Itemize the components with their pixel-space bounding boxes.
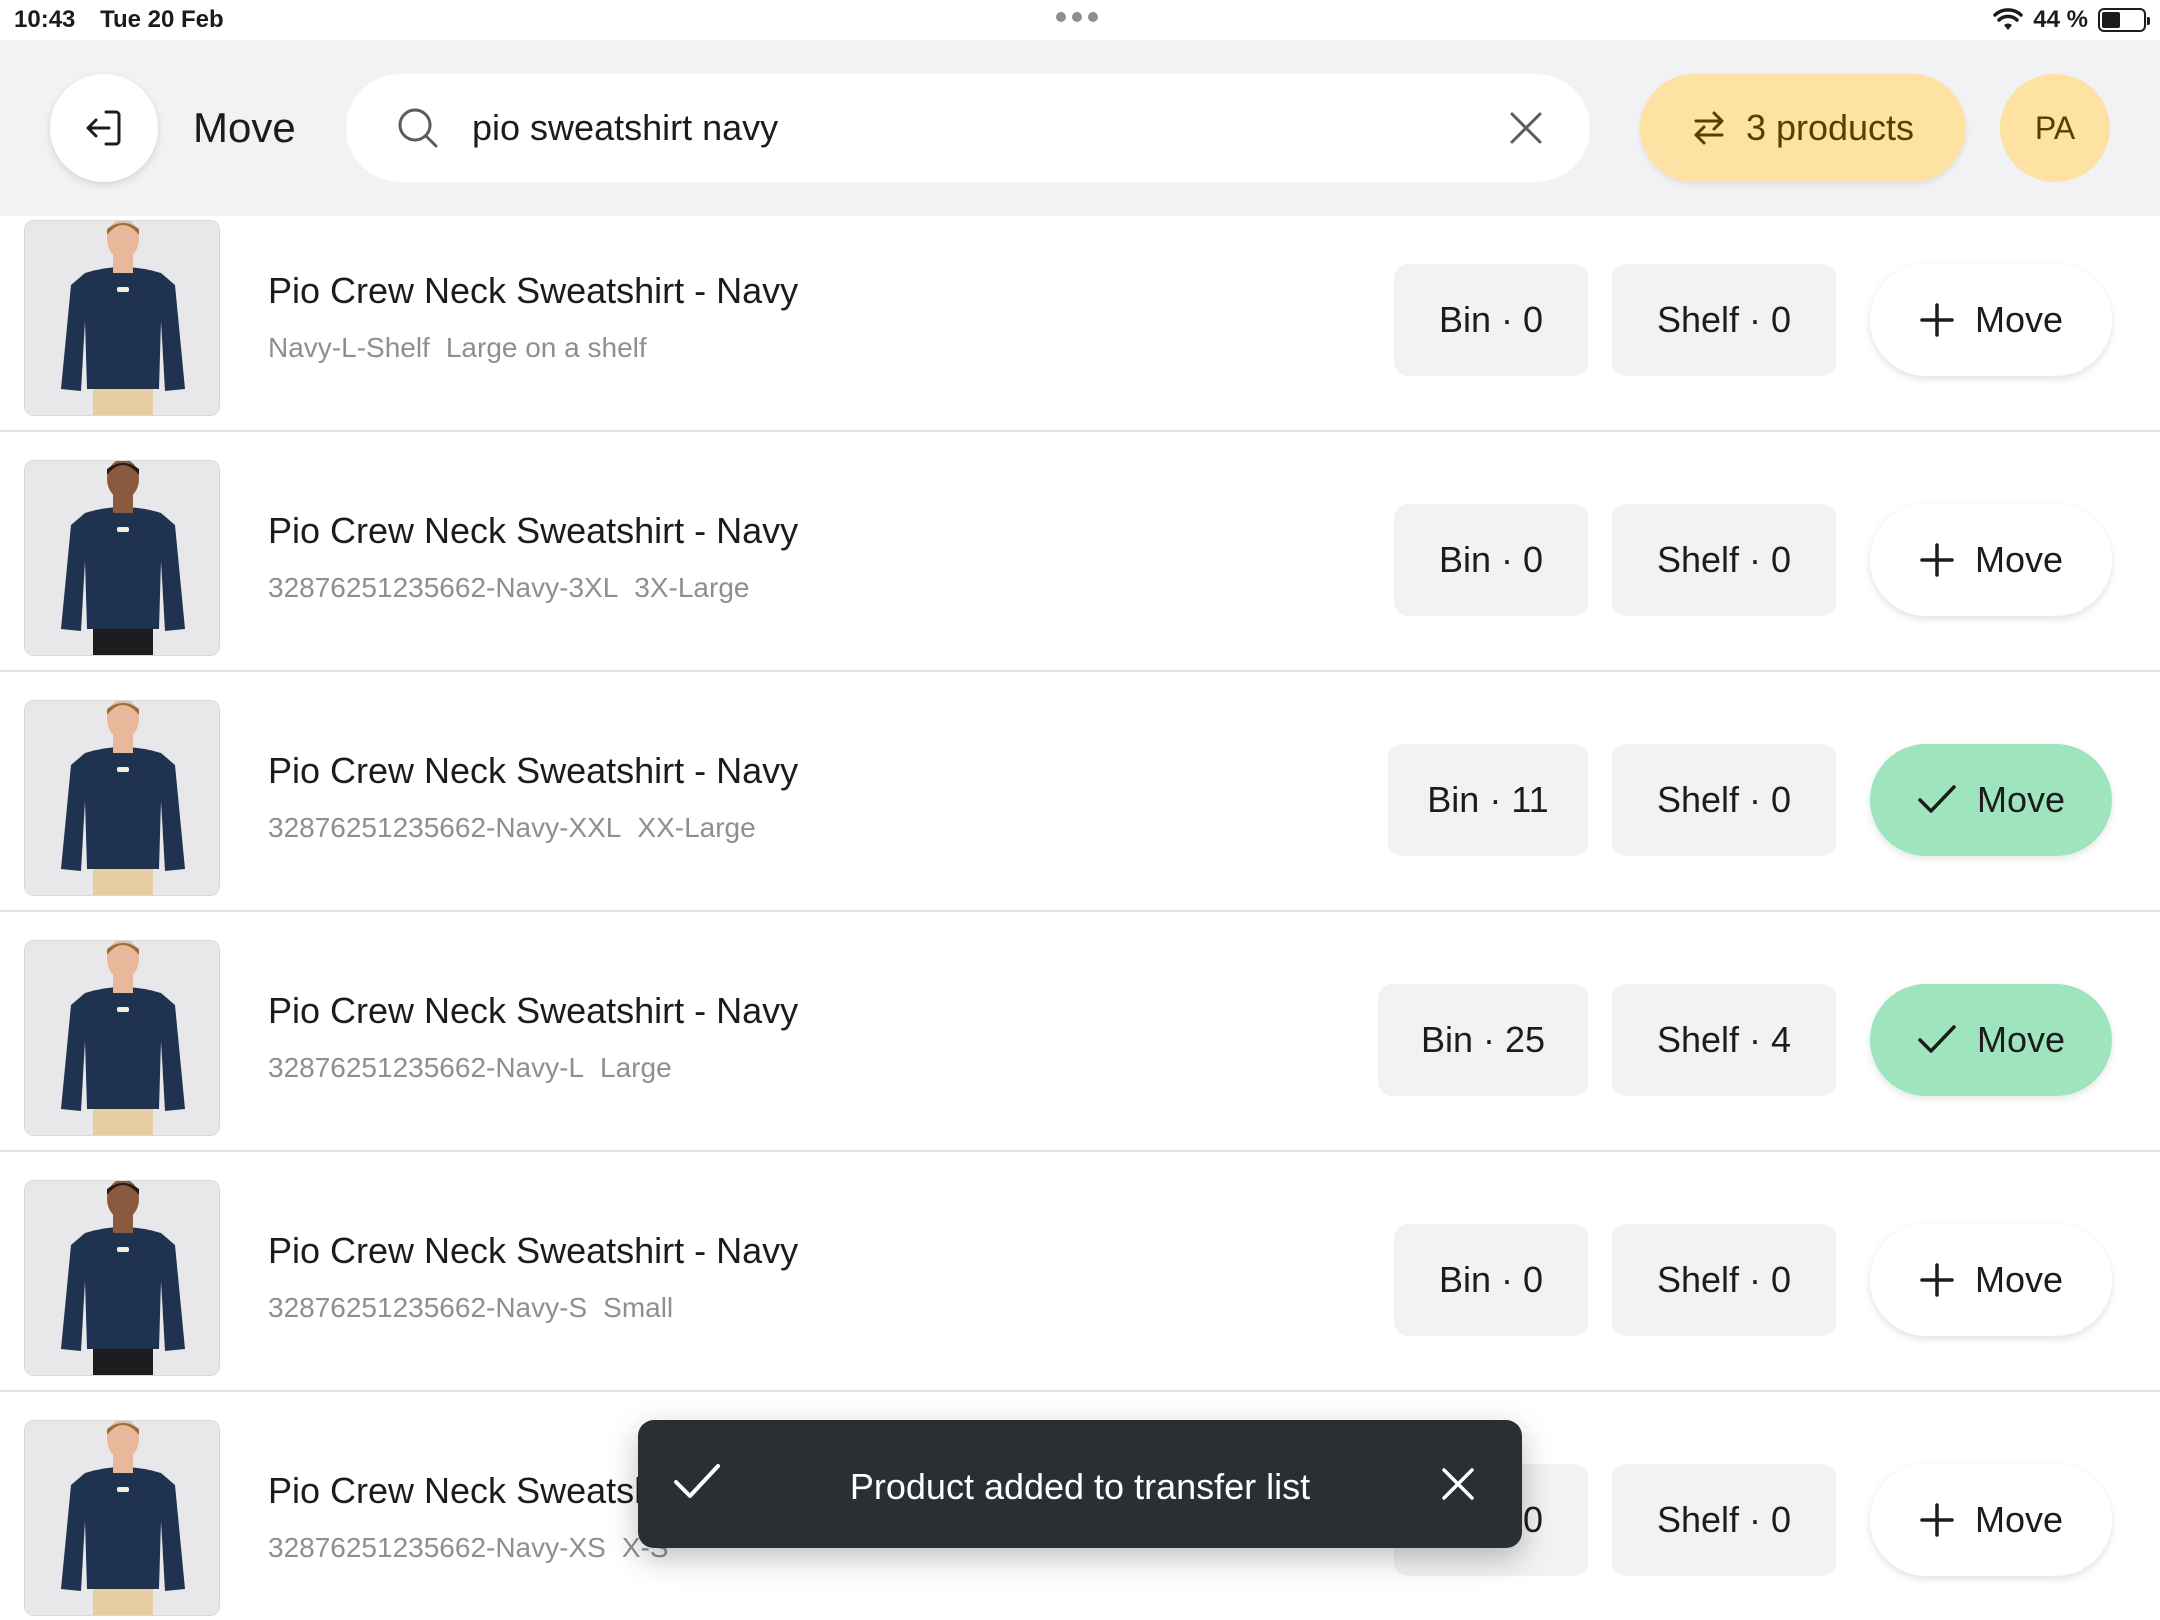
shelf-quantity[interactable]: Shelf · 4 xyxy=(1612,984,1836,1096)
wifi-icon xyxy=(1993,8,2024,30)
product-list: Pio Crew Neck Sweatshirt - Navy Navy-L-S… xyxy=(0,216,2160,1620)
plus-icon xyxy=(1920,1503,1954,1537)
product-row[interactable]: Pio Crew Neck Sweatshirt - Navy 32876251… xyxy=(0,912,2160,1152)
move-button-label: Move xyxy=(1974,1259,2064,1300)
plus-icon xyxy=(1920,303,1954,337)
product-row[interactable]: Pio Crew Neck Sweatshirt - Navy 32876251… xyxy=(0,672,2160,912)
multitasking-dots-icon[interactable] xyxy=(1056,12,1098,22)
product-meta: 32876251235662-Navy-XS X-S xyxy=(268,1532,669,1564)
product-meta: 32876251235662-Navy-XXL XX-Large xyxy=(268,812,756,844)
bin-quantity[interactable]: Bin · 25 xyxy=(1378,984,1588,1096)
status-bar: 10:43 Tue 20 Feb 44 % xyxy=(0,0,2160,40)
bin-quantity[interactable]: Bin · 11 xyxy=(1388,744,1588,856)
plus-icon xyxy=(1920,543,1954,577)
top-bar: Move 3 products PA xyxy=(0,40,2160,216)
product-meta: 32876251235662-Navy-L Large xyxy=(268,1052,672,1084)
product-name: Pio Crew Neck Sweatshirt - Navy xyxy=(268,510,799,551)
product-variant: Large on a shelf xyxy=(445,332,647,363)
product-thumbnail xyxy=(24,940,220,1136)
product-thumbnail xyxy=(24,1420,220,1616)
product-meta: Navy-L-Shelf Large on a shelf xyxy=(268,332,647,364)
product-thumbnail-image xyxy=(25,221,219,415)
product-sku: 32876251235662-Navy-XXL xyxy=(268,812,622,843)
move-button-label: Move xyxy=(1976,779,2066,820)
clear-search-icon[interactable] xyxy=(1506,108,1546,148)
product-variant: XX-Large xyxy=(637,812,756,843)
move-button-label: Move xyxy=(1974,1499,2064,1540)
user-avatar[interactable]: PA xyxy=(2000,74,2110,182)
product-sku: 32876251235662-Navy-S xyxy=(268,1292,588,1323)
product-thumbnail xyxy=(24,1180,220,1376)
move-button[interactable]: Move xyxy=(1870,264,2112,376)
move-button[interactable]: Move xyxy=(1870,1464,2112,1576)
product-row[interactable]: Pio Crew Neck Sweatshirt - Navy 32876251… xyxy=(0,432,2160,672)
product-variant: Large xyxy=(600,1052,672,1083)
product-row[interactable]: Pio Crew Neck Sweatshirt - Navy Navy-L-S… xyxy=(0,216,2160,432)
exit-button[interactable] xyxy=(50,74,158,182)
move-button[interactable]: Move xyxy=(1870,744,2112,856)
product-variant: 3X-Large xyxy=(634,572,750,603)
battery-percentage: 44 % xyxy=(2033,6,2088,33)
product-sku: 32876251235662-Navy-3XL xyxy=(268,572,619,603)
product-name: Pio Crew Neck Sweatshirt - Navy xyxy=(268,1230,799,1271)
page-title: Move xyxy=(193,104,296,151)
product-name: Pio Crew Neck Sweatsh xyxy=(268,1470,655,1511)
product-thumbnail xyxy=(24,460,220,656)
product-sku: 32876251235662-Navy-L xyxy=(268,1052,585,1083)
product-name: Pio Crew Neck Sweatshirt - Navy xyxy=(268,990,799,1031)
shelf-quantity[interactable]: Shelf · 0 xyxy=(1612,1464,1836,1576)
move-button[interactable]: Move xyxy=(1870,984,2112,1096)
product-sku: Navy-L-Shelf xyxy=(268,332,430,363)
search-icon xyxy=(398,108,438,148)
close-toast-icon[interactable] xyxy=(1438,1464,1478,1504)
transfer-arrows-icon xyxy=(1694,111,1724,145)
exit-icon xyxy=(86,110,121,146)
product-name: Pio Crew Neck Sweatshirt - Navy xyxy=(268,270,799,311)
toast-message: Product added to transfer list xyxy=(849,1466,1311,1507)
shelf-quantity[interactable]: Shelf · 0 xyxy=(1612,744,1836,856)
product-thumbnail-image xyxy=(25,941,219,1135)
shelf-quantity[interactable]: Shelf · 0 xyxy=(1612,264,1836,376)
product-name: Pio Crew Neck Sweatshirt - Navy xyxy=(268,750,799,791)
product-row[interactable]: Pio Crew Neck Sweatshirt - Navy 32876251… xyxy=(0,1152,2160,1392)
product-sku: 32876251235662-Navy-XS xyxy=(268,1532,606,1563)
bin-quantity[interactable]: Bin · 0 xyxy=(1394,264,1588,376)
check-icon xyxy=(1918,1025,1956,1053)
product-thumbnail xyxy=(24,220,220,416)
battery-icon xyxy=(2098,8,2150,32)
shelf-quantity[interactable]: Shelf · 0 xyxy=(1612,1224,1836,1336)
product-thumbnail xyxy=(24,700,220,896)
status-date: Tue 20 Feb xyxy=(100,6,224,33)
transfer-count-label: 3 products xyxy=(1745,107,1915,148)
toast-notification: Product added to transfer list xyxy=(638,1420,1522,1548)
move-button-label: Move xyxy=(1974,299,2064,340)
product-variant: Small xyxy=(603,1292,674,1323)
bin-quantity[interactable]: Bin · 0 xyxy=(1394,1224,1588,1336)
product-thumbnail-image xyxy=(25,701,219,895)
product-thumbnail-image xyxy=(25,1421,219,1615)
plus-icon xyxy=(1920,1263,1954,1297)
move-button-label: Move xyxy=(1974,539,2064,580)
search-bar[interactable] xyxy=(346,74,1590,182)
move-button[interactable]: Move xyxy=(1870,1224,2112,1336)
search-input[interactable] xyxy=(472,107,1452,149)
shelf-quantity[interactable]: Shelf · 0 xyxy=(1612,504,1836,616)
transfer-list-button[interactable]: 3 products xyxy=(1640,74,1966,182)
product-meta: 32876251235662-Navy-3XL 3X-Large xyxy=(268,572,749,604)
move-button-label: Move xyxy=(1976,1019,2066,1060)
product-meta: 32876251235662-Navy-S Small xyxy=(268,1292,673,1324)
product-thumbnail-image xyxy=(25,461,219,655)
status-time: 10:43 xyxy=(14,6,76,33)
bin-quantity[interactable]: Bin · 0 xyxy=(1394,504,1588,616)
product-thumbnail-image xyxy=(25,1181,219,1375)
check-icon xyxy=(1918,785,1956,813)
move-button[interactable]: Move xyxy=(1870,504,2112,616)
